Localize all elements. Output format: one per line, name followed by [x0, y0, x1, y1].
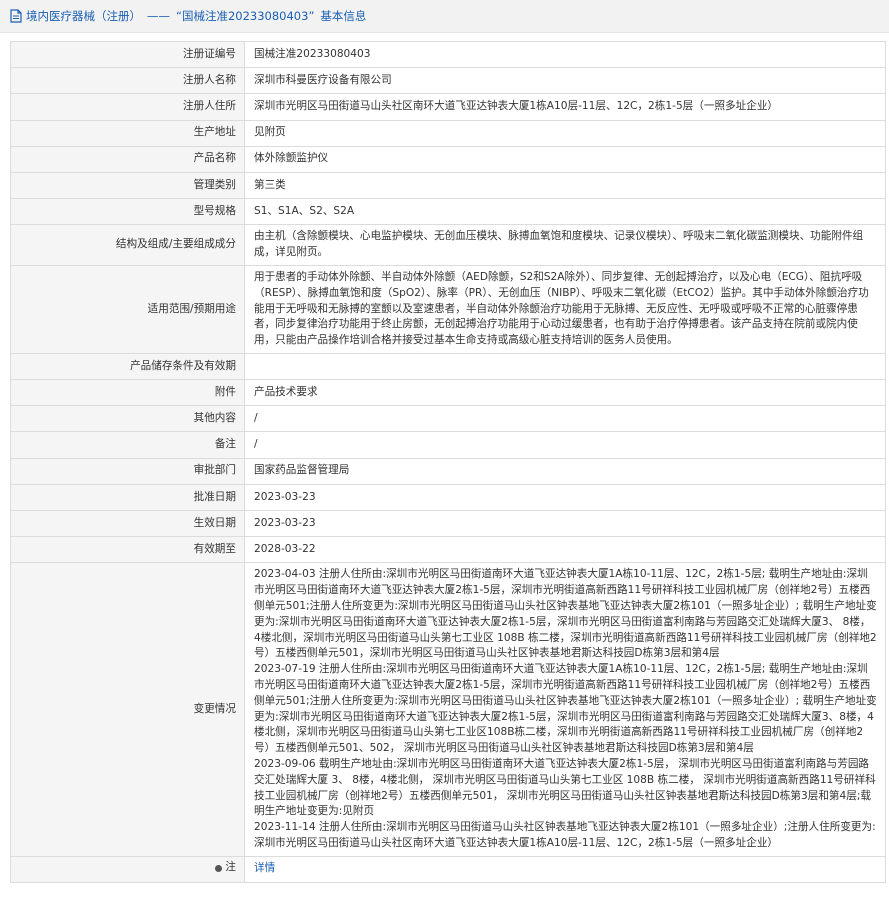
- row-value: 2023-03-23: [244, 483, 886, 512]
- breadcrumb-suffix: 基本信息: [320, 9, 367, 23]
- row-label: 附件: [10, 379, 245, 407]
- row-value: 产品技术要求: [244, 379, 886, 407]
- table-row: 附件 产品技术要求: [10, 379, 886, 407]
- table-row: 注册证编号 国械注准20233080403: [10, 40, 886, 69]
- table-row: 产品储存条件及有效期: [10, 352, 886, 381]
- details-link[interactable]: 详情: [254, 862, 275, 874]
- row-label: 审批部门: [10, 457, 245, 485]
- row-value: 2028-03-22: [244, 536, 886, 564]
- table-row: 其他内容 /: [10, 405, 886, 433]
- note-label-text: 注: [225, 860, 236, 873]
- row-value: /: [244, 405, 886, 433]
- table-row: 生效日期 2023-03-23: [10, 510, 886, 538]
- note-label: 注: [214, 860, 236, 876]
- breadcrumb-section-link[interactable]: 境内医疗器械（注册）: [26, 8, 141, 24]
- table-row: 型号规格 S1、S1A、S2、S2A: [10, 198, 886, 226]
- row-value: S1、S1A、S2、S2A: [244, 198, 886, 226]
- table-row: 产品名称 体外除颤监护仪: [10, 145, 886, 173]
- change-entry: 2023-04-03 注册人住所由:深圳市光明区马田街道南环大道飞亚达钟表大厦1…: [254, 568, 877, 660]
- row-label: 有效期至: [10, 536, 245, 564]
- change-entry: 2023-11-14 注册人住所由:深圳市光明区马田街道马山头社区钟表基地飞亚达…: [254, 821, 876, 849]
- row-value: 国械注准20233080403: [244, 40, 886, 69]
- table-row: 适用范围/预期用途 用于患者的手动体外除颤、半自动体外除颤（AED除颤，S2和S…: [10, 264, 886, 354]
- table-row: 注册人住所 深圳市光明区马田街道马山头社区南环大道飞亚达钟表大厦1栋A10层-1…: [10, 93, 886, 121]
- row-label: 备注: [10, 431, 245, 459]
- detail-table: 注册证编号 国械注准20233080403 注册人名称 深圳市科曼医疗设备有限公…: [10, 40, 886, 883]
- breadcrumb-bar: 境内医疗器械（注册） —— “国械注准20233080403” 基本信息: [0, 0, 889, 33]
- change-history-label: 变更情况: [10, 562, 245, 857]
- row-value: 深圳市科曼医疗设备有限公司: [244, 67, 886, 95]
- table-row: 结构及组成/主要组成成分 由主机（含除颤模块、心电监护模块、无创血压模块、脉搏血…: [10, 224, 886, 266]
- row-value: 由主机（含除颤模块、心电监护模块、无创血压模块、脉搏血氧饱和度模块、记录仪模块）…: [244, 224, 886, 266]
- row-label: 产品名称: [10, 145, 245, 173]
- breadcrumb-title: “国械注准20233080403”: [176, 9, 315, 23]
- row-value: /: [244, 431, 886, 459]
- row-value: 体外除颤监护仪: [244, 145, 886, 173]
- row-value: 见附页: [244, 119, 886, 147]
- row-label: 管理类别: [10, 171, 245, 200]
- row-value: 第三类: [244, 171, 886, 200]
- change-history-row: 变更情况 2023-04-03 注册人住所由:深圳市光明区马田街道南环大道飞亚达…: [10, 562, 886, 857]
- bullet-icon: [214, 863, 223, 873]
- row-label: 型号规格: [10, 198, 245, 226]
- document-icon: [10, 9, 22, 23]
- row-value: 深圳市光明区马田街道马山头社区南环大道飞亚达钟表大厦1栋A10层-11层、12C…: [244, 93, 886, 121]
- note-value: 详情: [244, 855, 886, 883]
- change-history-value: 2023-04-03 注册人住所由:深圳市光明区马田街道南环大道飞亚达钟表大厦1…: [244, 562, 886, 857]
- table-row: 生产地址 见附页: [10, 119, 886, 147]
- row-value: 用于患者的手动体外除颤、半自动体外除颤（AED除颤，S2和S2A除外）、同步复律…: [244, 264, 886, 354]
- table-row: 批准日期 2023-03-23: [10, 483, 886, 512]
- breadcrumb-separator: ——: [147, 9, 170, 23]
- change-entry: 2023-09-06 载明生产地址由:深圳市光明区马田街道南环大道飞亚达钟表大厦…: [254, 757, 876, 818]
- row-label: 产品储存条件及有效期: [10, 352, 245, 381]
- table-row: 注册人名称 深圳市科曼医疗设备有限公司: [10, 67, 886, 95]
- change-entry: 2023-07-19 注册人住所由:深圳市光明区马田街道南环大道飞亚达钟表大厦1…: [254, 663, 877, 755]
- row-label: 适用范围/预期用途: [10, 264, 245, 354]
- note-label-cell: 注: [10, 855, 245, 883]
- row-label: 结构及组成/主要组成成分: [10, 224, 245, 266]
- row-label: 批准日期: [10, 483, 245, 512]
- row-value: 2023-03-23: [244, 510, 886, 538]
- row-label: 生产地址: [10, 119, 245, 147]
- row-value: 国家药品监督管理局: [244, 457, 886, 485]
- row-value: [244, 352, 886, 381]
- table-row: 备注 /: [10, 431, 886, 459]
- row-label: 注册证编号: [10, 40, 245, 69]
- row-label: 注册人住所: [10, 93, 245, 121]
- row-label: 生效日期: [10, 510, 245, 538]
- table-row: 审批部门 国家药品监督管理局: [10, 457, 886, 485]
- row-label: 其他内容: [10, 405, 245, 433]
- row-label: 注册人名称: [10, 67, 245, 95]
- table-row: 有效期至 2028-03-22: [10, 536, 886, 564]
- table-row: 管理类别 第三类: [10, 171, 886, 200]
- note-row: 注 详情: [10, 855, 886, 883]
